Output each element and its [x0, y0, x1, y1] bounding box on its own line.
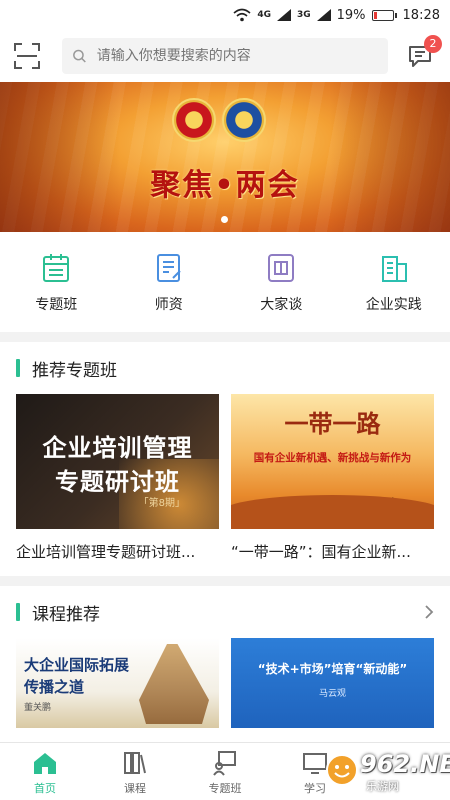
signal-icon [276, 9, 291, 21]
topic-card-image: 一带一路 国有企业新机遇、新挑战与新作为 [231, 394, 434, 529]
battery-percent: 19% [336, 7, 366, 23]
message-count-badge: 2 [424, 35, 442, 53]
section-title: 课程推荐 [32, 604, 100, 625]
tab-label: 专题班 [208, 782, 242, 795]
wifi-icon [233, 8, 251, 22]
banner-title: 聚焦•两会 [150, 168, 300, 203]
image-text: 传播之道 [24, 678, 85, 696]
topic-card-title: 企业培训管理专题研讨班... [16, 543, 196, 561]
quick-nav-label: 企业实践 [365, 297, 422, 313]
course-card[interactable]: “技术+市场”培育“新动能” 马云观 [231, 638, 434, 728]
message-button[interactable]: 2 [406, 35, 442, 71]
status-bar: 4G 3G 19% 18:28 [0, 0, 450, 30]
smile-logo-icon [326, 754, 358, 786]
image-text: 董关鹏 [24, 703, 52, 713]
watermark-text: 乐游网 [366, 780, 399, 793]
scan-icon[interactable] [14, 43, 40, 69]
sailing-ship-icon [139, 644, 209, 724]
topic-card[interactable]: 一带一路 国有企业新机遇、新挑战与新作为 “一带一路”：国有企业新... [231, 394, 434, 576]
bottom-nav: 首页 课程 专题班 学习 962.N 乐游网 [0, 742, 450, 800]
image-text: 马云观 [318, 689, 346, 699]
signal-label-1: 4G [257, 10, 271, 20]
presentation-icon [213, 751, 236, 776]
watermark-logo: 962.NET 乐游网 [322, 748, 450, 794]
section-header: 课程推荐 [0, 586, 450, 638]
watermark-number: 962.NET [360, 750, 450, 778]
quick-nav-label: 专题班 [35, 297, 78, 313]
quick-nav-discuss[interactable]: 大家谈 [225, 232, 338, 332]
signal-label-2: 3G [296, 10, 311, 20]
battery-fill [373, 11, 378, 19]
tab-home[interactable]: 首页 [0, 743, 90, 800]
quick-nav-topics[interactable]: 专题班 [0, 232, 113, 332]
search-icon [73, 49, 86, 63]
search-header: 2 [0, 30, 450, 82]
image-text: 国有企业新机遇、新挑战与新作为 [253, 452, 412, 464]
section-accent-bar [16, 359, 20, 377]
search-input[interactable] [96, 48, 378, 64]
calendar-icon [43, 254, 70, 282]
home-icon [34, 753, 56, 774]
signal-icon-2 [316, 9, 331, 21]
topic-card-image: 企业培训管理 专题研讨班 「第8期」 [16, 394, 219, 529]
battery-icon [371, 9, 397, 21]
national-emblem-icon [172, 98, 216, 142]
building-icon [381, 256, 407, 282]
course-card[interactable]: 大企业国际拓展 传播之道 董关鹏 [16, 638, 219, 728]
tab-label: 首页 [34, 782, 56, 795]
document-edit-icon [156, 254, 181, 282]
course-card-list: 大企业国际拓展 传播之道 董关鹏 “技术+市场”培育“新动能” 马云观 [0, 638, 450, 728]
image-text: 一带一路 [284, 409, 381, 438]
app-screen: 4G 3G 19% 18:28 请输入你想要搜索的内容 2 聚焦•两会 专题班 … [0, 0, 450, 800]
section-title: 推荐专题班 [32, 360, 117, 381]
topic-card[interactable]: 企业培训管理 专题研讨班 「第8期」 企业培训管理专题研讨班... [16, 394, 219, 576]
banner-carousel[interactable]: 聚焦•两会 [0, 82, 450, 232]
cppcc-emblem-icon [222, 98, 266, 142]
topic-card-list: 企业培训管理 专题研讨班 「第8期」 企业培训管理专题研讨班... 一带一路 国… [0, 394, 450, 576]
tab-courses[interactable]: 课程 [90, 743, 180, 800]
section-accent-bar [16, 603, 20, 621]
image-text: 专题研讨班 [55, 467, 180, 496]
quick-nav-label: 师资 [154, 297, 183, 313]
image-text: 企业培训管理 [42, 433, 193, 462]
image-text: “技术+市场”培育“新动能” [257, 662, 408, 676]
clock: 18:28 [402, 7, 440, 23]
quick-nav: 专题班 师资 大家谈 企业实践 [0, 232, 450, 332]
books-icon [124, 752, 146, 774]
quick-nav-label: 大家谈 [260, 297, 303, 313]
tab-topics[interactable]: 专题班 [180, 743, 270, 800]
image-text: 「第8期」 [138, 498, 185, 509]
quick-nav-practice[interactable]: 企业实践 [338, 232, 450, 332]
search-bar[interactable] [62, 38, 388, 74]
quick-nav-teachers[interactable]: 师资 [113, 232, 226, 332]
topic-card-title: “一带一路”：国有企业新... [231, 543, 411, 561]
book-icon [268, 254, 295, 282]
recommended-topics-section: 推荐专题班 企业培训管理 专题研讨班 「第8期」 企业培训管理专题研讨班... … [0, 342, 450, 576]
tab-label: 课程 [124, 782, 146, 795]
image-text: 大企业国际拓展 [24, 656, 130, 674]
section-header: 推荐专题班 [0, 342, 450, 394]
carousel-indicator[interactable] [221, 216, 228, 223]
chevron-right-icon[interactable] [424, 604, 434, 620]
